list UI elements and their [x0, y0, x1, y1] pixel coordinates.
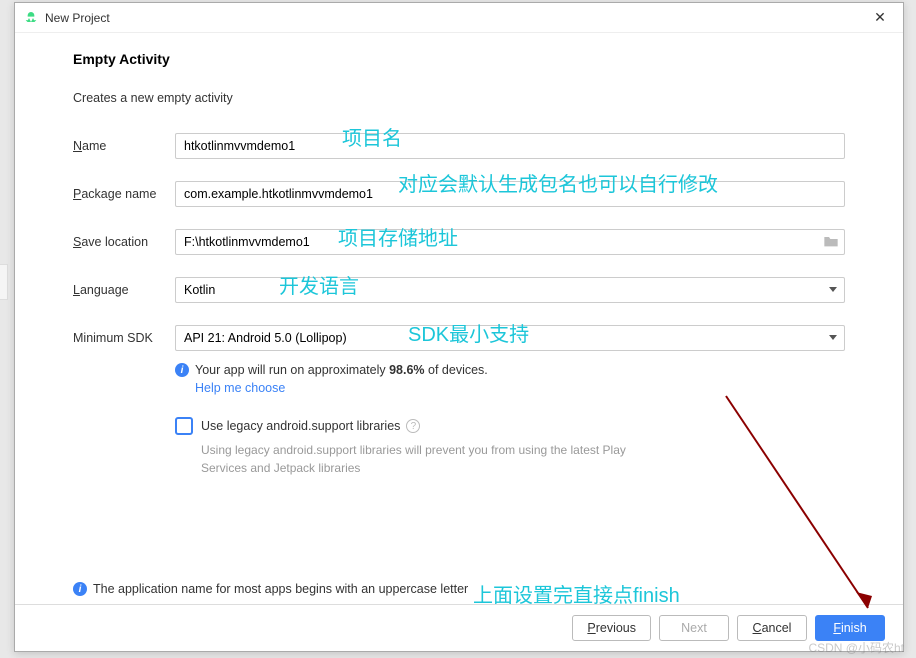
background-panel-edge [0, 264, 8, 300]
cancel-button[interactable]: Cancel [737, 615, 807, 641]
row-package: Package name [73, 181, 845, 207]
sdk-info-block: i Your app will run on approximately 98.… [175, 363, 845, 395]
minimum-sdk-select[interactable]: API 21: Android 5.0 (Lollipop) [175, 325, 845, 351]
label-minimum-sdk: Minimum SDK [73, 331, 175, 345]
runs-on-text: Your app will run on approximately 98.6%… [195, 363, 488, 377]
info-icon: i [73, 582, 87, 596]
previous-button[interactable]: Previous [572, 615, 651, 641]
dialog-body: Empty Activity Creates a new empty activ… [15, 33, 903, 604]
label-save-location: Save location [73, 235, 175, 249]
save-location-input[interactable] [175, 229, 845, 255]
footer-hint: i The application name for most apps beg… [73, 582, 845, 596]
android-studio-icon [23, 10, 39, 26]
button-bar: Previous Next Cancel Finish [15, 604, 903, 651]
close-button[interactable]: ✕ [865, 3, 895, 33]
finish-button[interactable]: Finish [815, 615, 885, 641]
new-project-dialog: New Project ✕ Empty Activity Creates a n… [14, 2, 904, 652]
row-minimum-sdk: Minimum SDK API 21: Android 5.0 (Lollipo… [73, 325, 845, 351]
row-save-location: Save location [73, 229, 845, 255]
page-subtitle: Creates a new empty activity [73, 91, 845, 105]
watermark: CSDN @小码农ht [808, 639, 904, 656]
titlebar: New Project ✕ [15, 3, 903, 33]
info-icon: i [175, 363, 189, 377]
name-input[interactable] [175, 133, 845, 159]
legacy-checkbox[interactable] [175, 417, 193, 435]
label-language: Language [73, 283, 175, 297]
legacy-block: Use legacy android.support libraries ? U… [175, 417, 845, 477]
window-title: New Project [45, 11, 865, 25]
legacy-label: Use legacy android.support libraries [201, 419, 400, 433]
page-title: Empty Activity [73, 51, 845, 67]
row-language: Language Kotlin [73, 277, 845, 303]
language-select[interactable]: Kotlin [175, 277, 845, 303]
package-input[interactable] [175, 181, 845, 207]
legacy-hint: Using legacy android.support libraries w… [201, 441, 641, 477]
label-name: Name [73, 139, 175, 153]
help-icon[interactable]: ? [406, 419, 420, 433]
help-me-choose-link[interactable]: Help me choose [195, 381, 845, 395]
folder-icon[interactable] [823, 234, 839, 248]
label-package: Package name [73, 187, 175, 201]
row-name: Name [73, 133, 845, 159]
next-button: Next [659, 615, 729, 641]
